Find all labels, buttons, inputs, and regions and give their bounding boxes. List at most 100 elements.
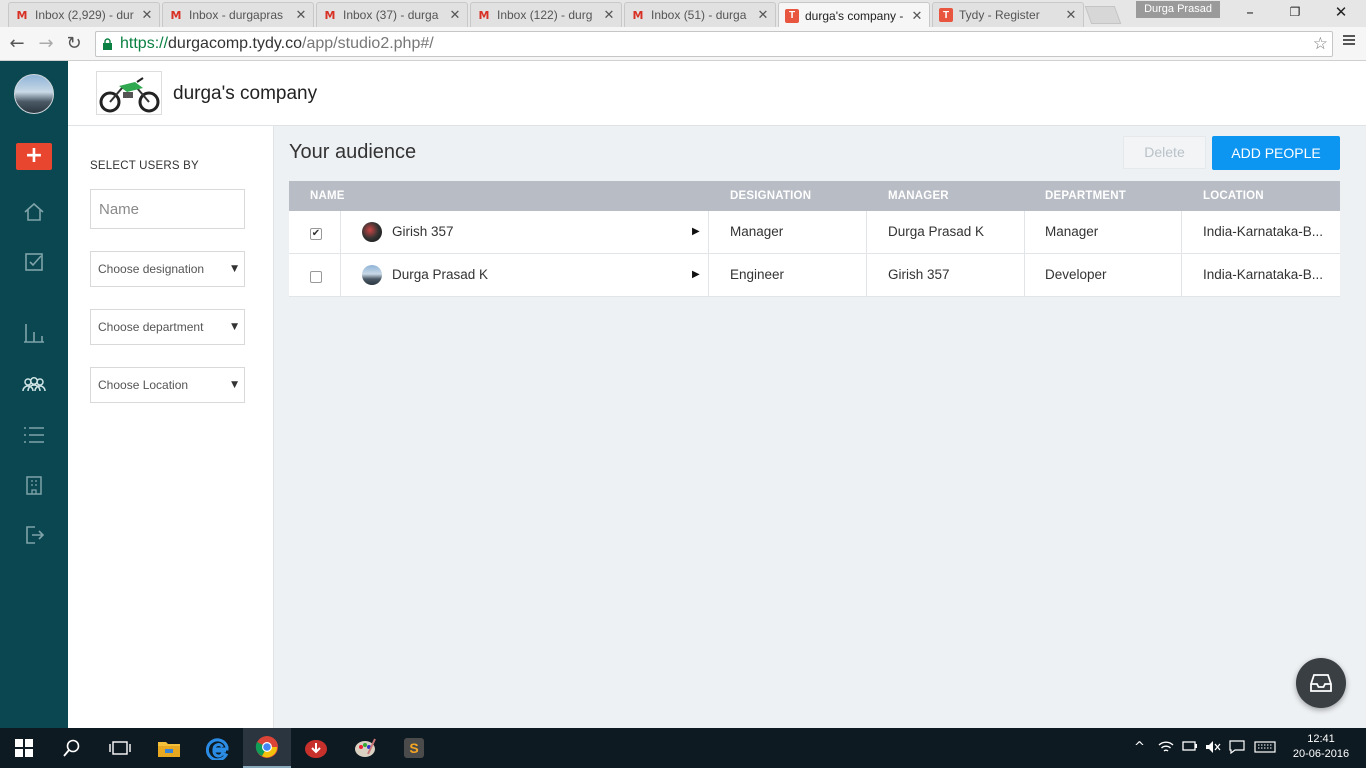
tab-close-icon[interactable]: ✕	[449, 7, 461, 23]
audience-table: NAME DESIGNATION MANAGER DEPARTMENT LOCA…	[289, 181, 1340, 297]
tab-close-icon[interactable]: ✕	[603, 7, 615, 23]
gmail-icon: M	[478, 8, 490, 22]
tab-close-icon[interactable]: ✕	[295, 7, 307, 23]
delete-button[interactable]: Delete	[1123, 136, 1206, 169]
row-checkbox[interactable]	[310, 271, 322, 283]
table-header: NAME DESIGNATION MANAGER DEPARTMENT LOCA…	[289, 181, 1340, 211]
column-header-designation[interactable]: DESIGNATION	[730, 181, 811, 211]
column-header-name[interactable]: NAME	[310, 181, 345, 211]
filter-panel: SELECT USERS BY Choose designation ▼ Cho…	[68, 126, 274, 728]
user-avatar[interactable]	[14, 74, 54, 114]
edge-browser-icon[interactable]	[194, 728, 242, 768]
system-clock[interactable]: 12:41 20-06-2016	[1290, 732, 1352, 762]
address-bar[interactable]: https://durgacomp.tydy.co/app/studio2.ph…	[95, 31, 1333, 57]
gmail-icon: M	[324, 8, 336, 22]
department-select-value: Choose department	[98, 320, 204, 334]
chrome-icon[interactable]	[243, 728, 291, 768]
download-app-icon[interactable]	[292, 728, 340, 768]
main-content: Your audience Delete ADD PEOPLE NAME DES…	[274, 126, 1366, 728]
column-divider	[708, 211, 709, 253]
column-header-manager[interactable]: MANAGER	[888, 181, 949, 211]
filter-title: SELECT USERS BY	[90, 160, 199, 172]
volume-muted-icon[interactable]	[1205, 740, 1221, 758]
designation-select[interactable]: Choose designation ▼	[90, 251, 245, 287]
name-filter-input[interactable]	[90, 189, 245, 229]
add-button[interactable]: +	[16, 143, 52, 170]
search-icon[interactable]	[48, 728, 96, 768]
svg-text:S: S	[409, 740, 418, 756]
column-divider	[708, 254, 709, 296]
cell-manager: Girish 357	[888, 267, 950, 282]
expand-arrow-icon[interactable]: ▶	[692, 211, 700, 253]
people-icon[interactable]	[21, 372, 47, 398]
minimize-icon[interactable]: –	[1235, 3, 1265, 21]
column-header-location[interactable]: LOCATION	[1203, 181, 1264, 211]
notification-icon[interactable]	[1229, 740, 1245, 758]
reload-icon[interactable]: ↻	[63, 33, 85, 55]
cell-name: Durga Prasad K	[392, 267, 489, 282]
browser-tab[interactable]: M Inbox (122) - durg ✕	[470, 2, 622, 27]
column-header-department[interactable]: DEPARTMENT	[1045, 181, 1126, 211]
tray-chevron-icon[interactable]: ^	[1134, 740, 1145, 755]
windows-taskbar: S ^ 12:41 20-06-2016	[0, 728, 1366, 768]
windows-start-icon[interactable]	[0, 728, 48, 768]
battery-icon[interactable]	[1182, 740, 1198, 756]
table-row[interactable]: ✔ Girish 357 ▶ Manager Durga Prasad K Ma…	[289, 211, 1340, 254]
back-icon[interactable]: ←	[6, 33, 28, 55]
tab-label: Inbox (37) - durga	[343, 8, 439, 22]
browser-toolbar: ← → ↻ https://durgacomp.tydy.co/app/stud…	[0, 27, 1366, 61]
gmail-icon: M	[16, 8, 28, 22]
avatar	[362, 222, 382, 242]
browser-tab-strip: M Inbox (2,929) - dur ✕ M Inbox - durgap…	[0, 0, 1366, 28]
row-checkbox[interactable]: ✔	[310, 228, 322, 240]
home-icon[interactable]	[21, 199, 47, 225]
file-explorer-icon[interactable]	[145, 728, 193, 768]
department-select[interactable]: Choose department ▼	[90, 309, 245, 345]
tab-close-icon[interactable]: ✕	[757, 7, 769, 23]
expand-arrow-icon[interactable]: ▶	[692, 254, 700, 296]
forward-icon[interactable]: →	[35, 33, 57, 55]
tab-close-icon[interactable]: ✕	[911, 8, 923, 24]
close-window-icon[interactable]: ✕	[1326, 3, 1356, 21]
chevron-down-icon: ▼	[231, 380, 238, 390]
profile-button[interactable]: Durga Prasad	[1136, 1, 1220, 18]
tasks-icon[interactable]	[21, 249, 47, 275]
new-tab-button[interactable]	[1084, 6, 1122, 24]
column-divider	[1181, 254, 1182, 296]
table-row[interactable]: Durga Prasad K ▶ Engineer Girish 357 Dev…	[289, 254, 1340, 297]
bookmark-star-icon[interactable]: ☆	[1313, 32, 1328, 56]
chevron-down-icon: ▼	[231, 264, 238, 274]
location-select[interactable]: Choose Location ▼	[90, 367, 245, 403]
tab-close-icon[interactable]: ✕	[141, 7, 153, 23]
building-icon[interactable]	[21, 472, 47, 498]
logout-icon[interactable]	[21, 522, 47, 548]
column-divider	[1024, 211, 1025, 253]
tab-label: durga's company -	[805, 8, 904, 23]
browser-tab[interactable]: M Inbox (51) - durga ✕	[624, 2, 776, 27]
tab-close-icon[interactable]: ✕	[1065, 7, 1077, 23]
task-view-icon[interactable]	[96, 728, 144, 768]
browser-tab[interactable]: M Inbox (2,929) - dur ✕	[8, 2, 160, 27]
add-people-button[interactable]: ADD PEOPLE	[1212, 136, 1340, 170]
tab-label: Tydy - Register	[959, 8, 1040, 22]
browser-tab[interactable]: M Inbox - durgapras ✕	[162, 2, 314, 27]
wifi-icon[interactable]	[1158, 740, 1174, 758]
browser-tab[interactable]: T Tydy - Register ✕	[932, 2, 1084, 27]
tab-label: Inbox (51) - durga	[651, 8, 747, 22]
tydy-icon: T	[785, 8, 799, 23]
browser-tab[interactable]: M Inbox (37) - durga ✕	[316, 2, 468, 27]
sublime-text-icon[interactable]: S	[390, 728, 438, 768]
inbox-fab-button[interactable]	[1296, 658, 1346, 708]
column-divider	[340, 211, 341, 253]
keyboard-icon[interactable]	[1254, 740, 1276, 758]
page-title: Your audience	[289, 141, 417, 163]
cell-department: Manager	[1045, 224, 1099, 239]
list-icon[interactable]	[21, 422, 47, 448]
company-header: durga's company	[68, 61, 1366, 126]
chrome-menu-icon[interactable]	[1340, 33, 1358, 52]
analytics-icon[interactable]	[21, 320, 47, 346]
avatar	[362, 265, 382, 285]
browser-tab-active[interactable]: T durga's company - ✕	[778, 2, 930, 28]
paint-icon[interactable]	[341, 728, 389, 768]
restore-icon[interactable]: ❐	[1280, 3, 1310, 21]
